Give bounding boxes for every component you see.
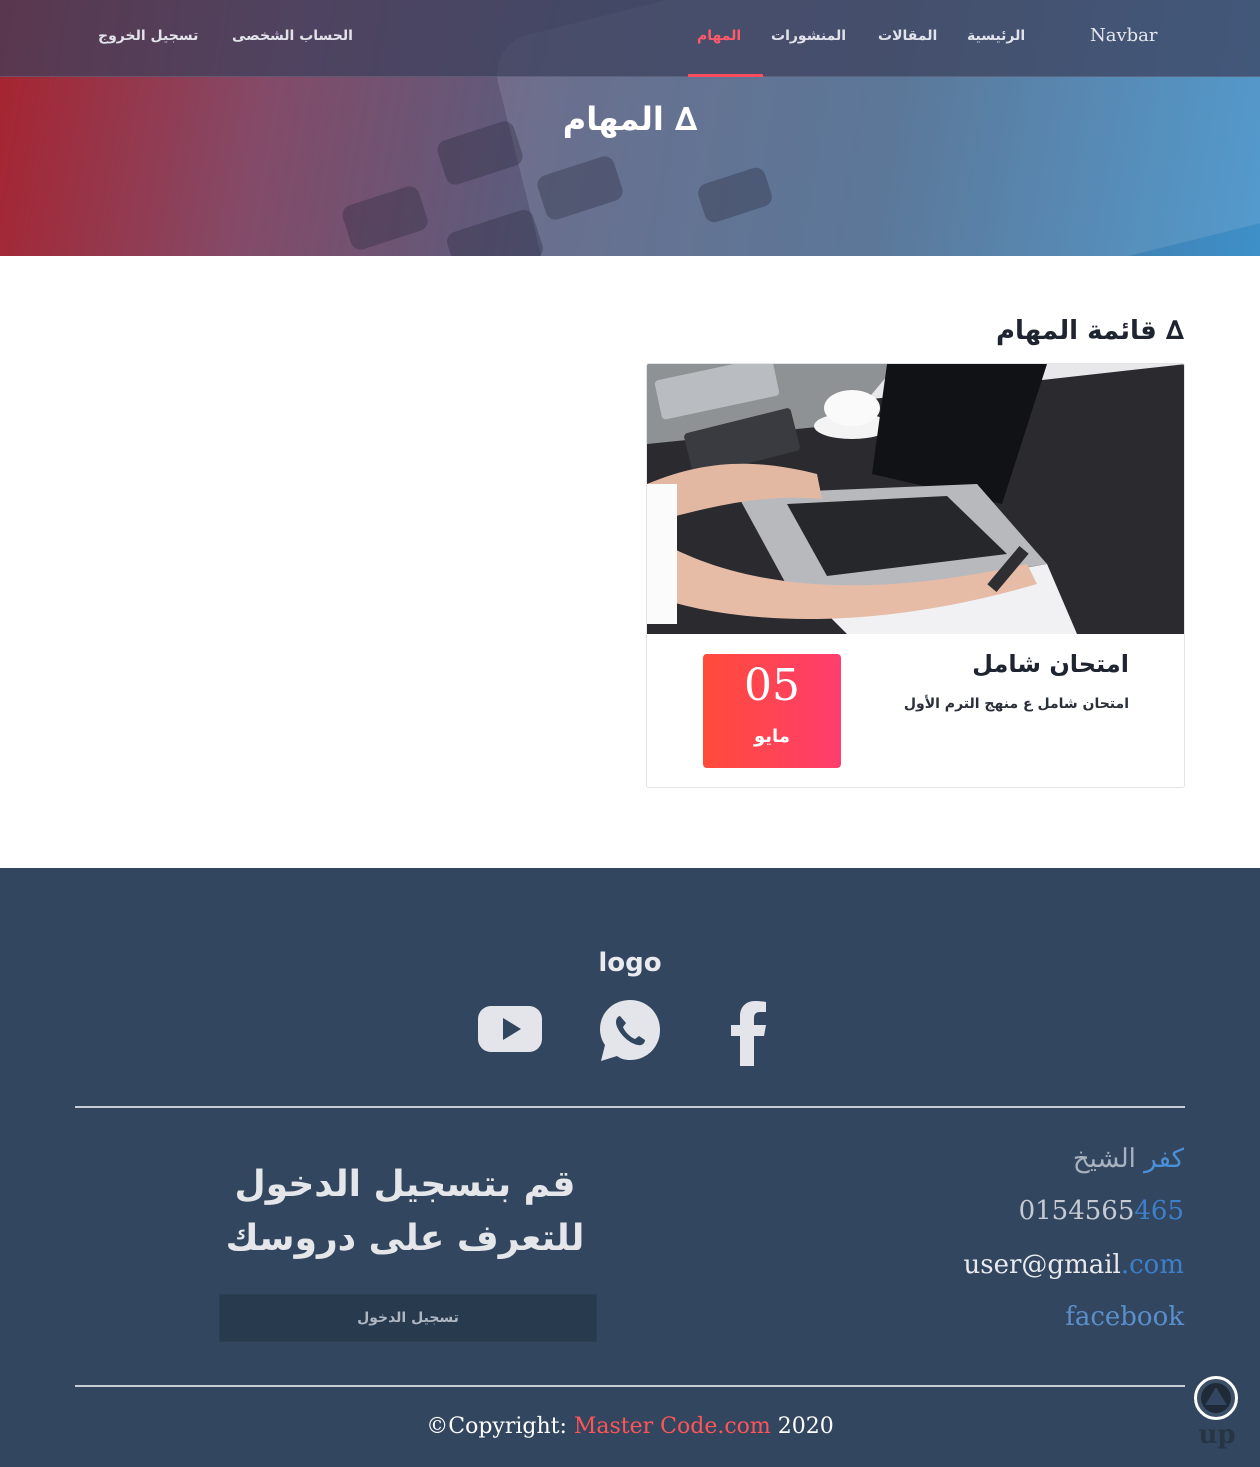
copyright-brand-link[interactable]: Master Code.com: [574, 1414, 771, 1439]
whatsapp-icon[interactable]: [597, 998, 663, 1068]
task-date-badge: 05 مايو: [703, 654, 841, 768]
footer-address: كفر الشيخ: [1073, 1144, 1184, 1174]
copyright: ©Copyright: Master Code.com 2020: [0, 1414, 1260, 1439]
nav-item-tasks[interactable]: المهام: [697, 28, 741, 44]
nav-item-home[interactable]: الرئيسية: [967, 28, 1025, 44]
nav-item-posts[interactable]: المنشورات: [771, 28, 846, 44]
nav-item-logout[interactable]: تسجيل الخروج: [98, 28, 198, 44]
footer-email[interactable]: user@gmail.com: [964, 1250, 1184, 1280]
login-prompt: قم بتسجيل الدخول للتعرف على دروسك: [180, 1158, 630, 1266]
task-image: [647, 364, 1184, 634]
task-date-month: مايو: [754, 726, 790, 747]
youtube-icon[interactable]: [478, 1006, 542, 1056]
task-description: امتحان شامل ع منهج الترم الأول: [903, 696, 1129, 712]
phone-part: 0154565: [1018, 1196, 1135, 1226]
phone-part: 465: [1134, 1196, 1184, 1226]
login-prompt-line: قم بتسجيل الدخول: [234, 1164, 576, 1205]
navbar-brand[interactable]: Navbar: [1090, 25, 1158, 46]
address-part: كفر: [1144, 1144, 1184, 1174]
navbar: Navbar الرئيسية المقالات المنشورات المها…: [0, 0, 1260, 77]
task-title: امتحان شامل: [972, 650, 1129, 678]
up-arrow-icon: [1194, 1376, 1238, 1420]
hero-decoration: [444, 207, 546, 256]
up-label: up: [1198, 1420, 1236, 1450]
copyright-year: 2020: [770, 1414, 834, 1439]
footer-logo: logo: [598, 948, 662, 978]
address-part: الشيخ: [1072, 1144, 1136, 1174]
scroll-to-top-button[interactable]: up: [1194, 1376, 1240, 1456]
facebook-icon[interactable]: [718, 998, 782, 1070]
email-part: user@gmail: [963, 1250, 1121, 1280]
nav-item-profile[interactable]: الحساب الشخصى: [232, 28, 353, 44]
login-button[interactable]: تسجيل الدخول: [219, 1294, 597, 1342]
hero-banner: Navbar الرئيسية المقالات المنشورات المها…: [0, 0, 1260, 256]
task-card[interactable]: امتحان شامل امتحان شامل ع منهج الترم الأ…: [646, 363, 1185, 788]
task-date-day: 05: [744, 660, 800, 711]
copyright-prefix: ©Copyright:: [426, 1414, 574, 1439]
nav-item-articles[interactable]: المقالات: [878, 28, 937, 44]
footer: logo كفر الشيخ 0154565465 user@gmail.com…: [0, 868, 1260, 1467]
section-title: ∆ قائمة المهام: [995, 316, 1184, 346]
login-prompt-line: للتعرف على دروسك: [225, 1218, 585, 1259]
footer-divider: [75, 1106, 1185, 1108]
email-part: .com: [1120, 1250, 1184, 1280]
task-card-body: امتحان شامل امتحان شامل ع منهج الترم الأ…: [647, 634, 1184, 787]
footer-facebook-link[interactable]: facebook: [1065, 1302, 1184, 1332]
footer-divider: [75, 1385, 1185, 1387]
hero-decoration: [339, 183, 431, 253]
page-title: ∆ المهام: [562, 100, 698, 138]
active-nav-indicator: [688, 74, 763, 77]
footer-phone[interactable]: 0154565465: [1019, 1196, 1184, 1226]
